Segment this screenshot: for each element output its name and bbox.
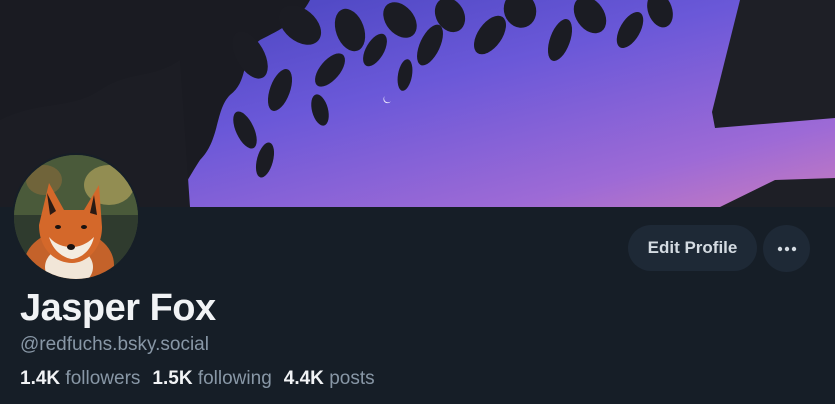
- avatar[interactable]: [12, 153, 140, 281]
- following-stat[interactable]: 1.5K following: [152, 368, 271, 390]
- posts-label: posts: [329, 368, 375, 389]
- profile-handle: @redfuchs.bsky.social: [20, 334, 209, 355]
- posts-count: 4.4K: [283, 368, 324, 389]
- posts-stat: 4.4K posts: [284, 368, 375, 390]
- fox-avatar-image: [14, 155, 138, 279]
- edit-profile-label: Edit Profile: [647, 238, 738, 257]
- followers-label: followers: [65, 368, 141, 389]
- followers-stat[interactable]: 1.4K followers: [20, 368, 140, 390]
- profile-stats: 1.4K followers 1.5K following 4.4K posts: [20, 368, 375, 390]
- following-label: following: [197, 368, 272, 389]
- display-name: Jasper Fox: [20, 287, 216, 329]
- edit-profile-button[interactable]: Edit Profile: [628, 225, 757, 271]
- ellipsis-icon: [777, 246, 796, 251]
- more-options-button[interactable]: [763, 225, 810, 272]
- followers-count: 1.4K: [20, 368, 61, 389]
- following-count: 1.5K: [152, 368, 193, 389]
